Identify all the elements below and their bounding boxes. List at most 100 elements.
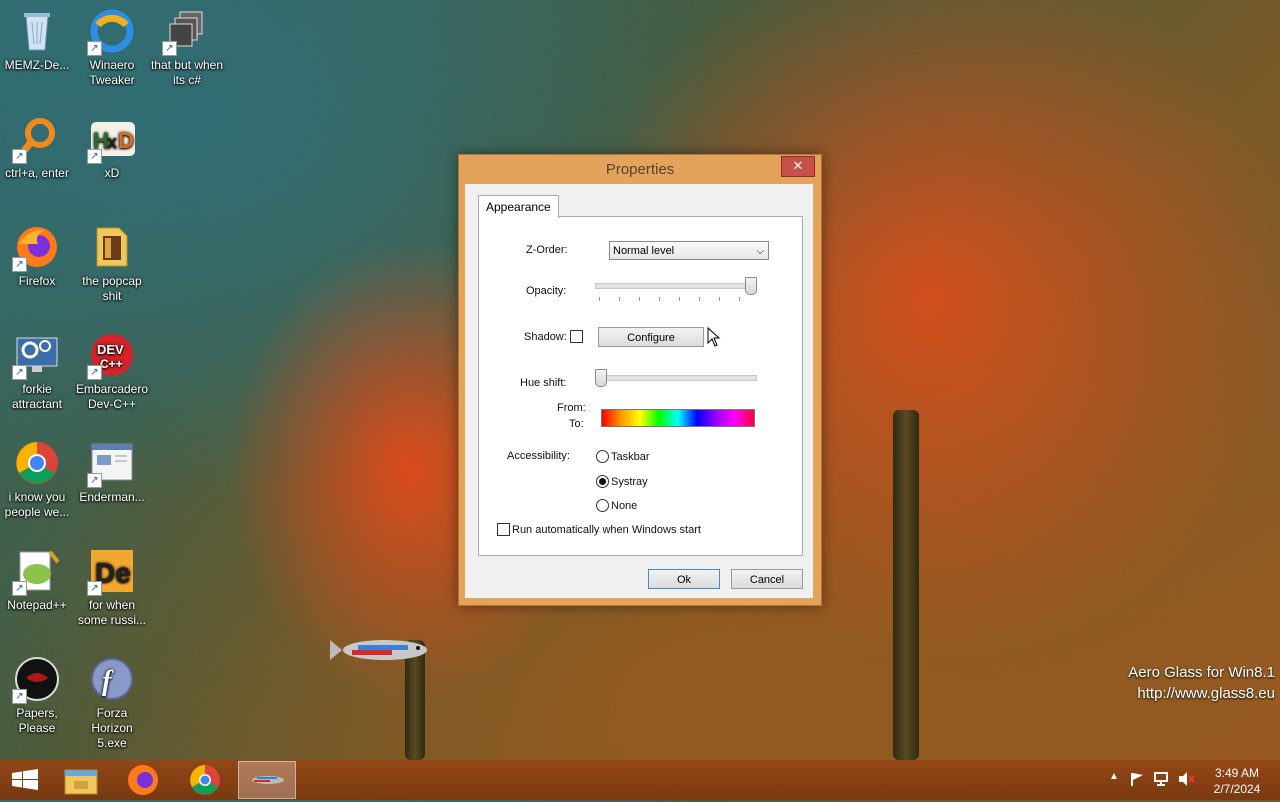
desktop-icon-de[interactable]: De ↗ for when some russi... [75, 548, 149, 628]
action-center-flag-icon[interactable] [1129, 771, 1145, 790]
opacity-slider-thumb[interactable] [745, 277, 757, 295]
configure-button[interactable]: Configure [598, 327, 704, 347]
svg-text:DEV: DEV [97, 342, 124, 357]
volume-muted-icon[interactable] [1177, 771, 1195, 790]
chrome-icon [190, 765, 220, 795]
taskbar-firefox[interactable] [114, 761, 172, 799]
slider-tick [599, 297, 600, 301]
zorder-select[interactable]: Normal level ⌵ [609, 241, 769, 260]
radio-none[interactable] [596, 499, 609, 512]
slider-tick [739, 297, 740, 301]
desktop-icon-devcpp[interactable]: DEV C++ ↗ Embarcadero Dev-C++ [75, 332, 149, 412]
devcpp-icon: DEV C++ ↗ [87, 332, 135, 380]
chrome-icon [14, 440, 60, 486]
autorun-checkbox[interactable] [497, 523, 510, 536]
tray-overflow-icon[interactable]: ▲ [1109, 771, 1119, 782]
slider-tick [719, 297, 720, 301]
windows-stack-icon: ↗ [162, 8, 210, 56]
desktop-icon-chrome[interactable]: i know you people we... [0, 440, 74, 520]
start-button[interactable] [0, 761, 58, 799]
appearance-panel: Z-Order: Normal level ⌵ Opacity: Shadow:… [478, 216, 803, 556]
hue-spectrum [601, 409, 755, 427]
shortcut-arrow-icon: ↗ [12, 149, 27, 164]
hue-slider-thumb[interactable] [595, 369, 607, 387]
from-label: From: [557, 402, 586, 414]
window-app-icon: ↗ [87, 440, 135, 488]
radio-none-label: None [611, 500, 638, 512]
slider-tick [639, 297, 640, 301]
hue-shift-label: Hue shift: [520, 377, 567, 389]
desktop-icon-winaero[interactable]: ↗ Winaero Tweaker [75, 8, 149, 88]
desktop-icon-popcap[interactable]: the popcap shit [75, 224, 149, 304]
zorder-label: Z-Order: [526, 244, 568, 256]
opacity-slider-track[interactable] [595, 283, 757, 289]
radio-taskbar-label: Taskbar [611, 451, 650, 463]
chevron-down-icon: ⌵ [756, 246, 764, 257]
desktop-icon-forkie[interactable]: ↗ forkie attractant [0, 332, 74, 412]
taskbar-chrome[interactable] [176, 761, 234, 799]
shortcut-arrow-icon: ↗ [87, 581, 102, 596]
ok-button[interactable]: Ok [648, 569, 720, 589]
desktop-icon-that-but[interactable]: ↗ that but when its c# [150, 8, 224, 88]
clock-date: 2/7/2024 [1213, 782, 1261, 796]
radio-systray[interactable] [596, 475, 609, 488]
shortcut-arrow-icon: ↗ [87, 41, 102, 56]
shadow-checkbox[interactable] [570, 330, 583, 343]
monitor-gear-icon: ↗ [12, 332, 60, 380]
svg-text:C++: C++ [100, 357, 123, 371]
firefox-icon [128, 765, 158, 795]
desktop-icon-papers-please[interactable]: ↗ Papers, Please [0, 656, 74, 736]
desktop-icon-notepadpp[interactable]: ↗ Notepad++ [0, 548, 74, 613]
firefox-icon: ↗ [12, 224, 60, 272]
papers-please-icon: ↗ [12, 656, 60, 704]
taskbar: ▲ 3:49 AM 2/7/2024 [0, 760, 1280, 800]
radio-taskbar[interactable] [596, 450, 609, 463]
fish-app-icon [252, 776, 284, 784]
shortcut-arrow-icon: ↗ [12, 257, 27, 272]
flash-icon: f [89, 656, 135, 702]
aero-glass-watermark: Aero Glass for Win8.1 http://www.glass8.… [1128, 664, 1275, 702]
folder-icon [89, 224, 135, 270]
winaero-icon: ↗ [87, 8, 135, 56]
network-icon[interactable] [1153, 771, 1171, 790]
hue-slider-track[interactable] [595, 375, 757, 381]
taskbar-fish-app[interactable] [238, 761, 296, 799]
cancel-button[interactable]: Cancel [731, 569, 803, 589]
svg-text:D: D [118, 128, 134, 153]
start-icon [12, 769, 38, 790]
taskbar-file-explorer[interactable] [52, 761, 110, 799]
desktop-icon-forza[interactable]: f Forza Horizon 5.exe [75, 656, 149, 751]
hxd-icon: HxD ↗ [87, 116, 135, 164]
zorder-value: Normal level [613, 245, 675, 257]
slider-tick [679, 297, 680, 301]
shortcut-arrow-icon: ↗ [87, 365, 102, 380]
radio-systray-label: Systray [611, 476, 648, 488]
clock[interactable]: 3:49 AM 2/7/2024 [1208, 765, 1266, 797]
slider-tick [619, 297, 620, 301]
accessibility-label: Accessibility: [507, 450, 570, 462]
de-icon: De ↗ [87, 548, 135, 596]
shortcut-arrow-icon: ↗ [12, 689, 27, 704]
shortcut-arrow-icon: ↗ [87, 473, 102, 488]
close-button[interactable]: ✕ [781, 156, 815, 177]
svg-text:x: x [107, 132, 117, 152]
desktop-icon-enderman[interactable]: ↗ Enderman... [75, 440, 149, 505]
desktop-icon-memz[interactable]: MEMZ-De... [0, 8, 74, 73]
properties-dialog: Properties ✕ Appearance Z-Order: Normal … [458, 154, 822, 606]
mouse-cursor-icon [707, 326, 721, 350]
file-explorer-icon [64, 769, 98, 795]
tab-appearance[interactable]: Appearance [478, 195, 559, 218]
recycle-bin-icon [14, 8, 60, 54]
magnifier-icon: ↗ [12, 116, 60, 164]
dialog-body: Appearance Z-Order: Normal level ⌵ Opaci… [465, 184, 813, 598]
desktop-icon-xd[interactable]: HxD ↗ xD [75, 116, 149, 181]
shortcut-arrow-icon: ↗ [87, 149, 102, 164]
clock-time: 3:49 AM [1214, 766, 1260, 780]
desktop-icon-firefox[interactable]: ↗ Firefox [0, 224, 74, 289]
slider-tick [659, 297, 660, 301]
shadow-label: Shadow: [524, 331, 567, 343]
shortcut-arrow-icon: ↗ [162, 41, 177, 56]
shortcut-arrow-icon: ↗ [12, 365, 27, 380]
dialog-title: Properties [605, 161, 675, 178]
desktop-icon-ctrl-a[interactable]: ↗ ctrl+a, enter [0, 116, 74, 181]
